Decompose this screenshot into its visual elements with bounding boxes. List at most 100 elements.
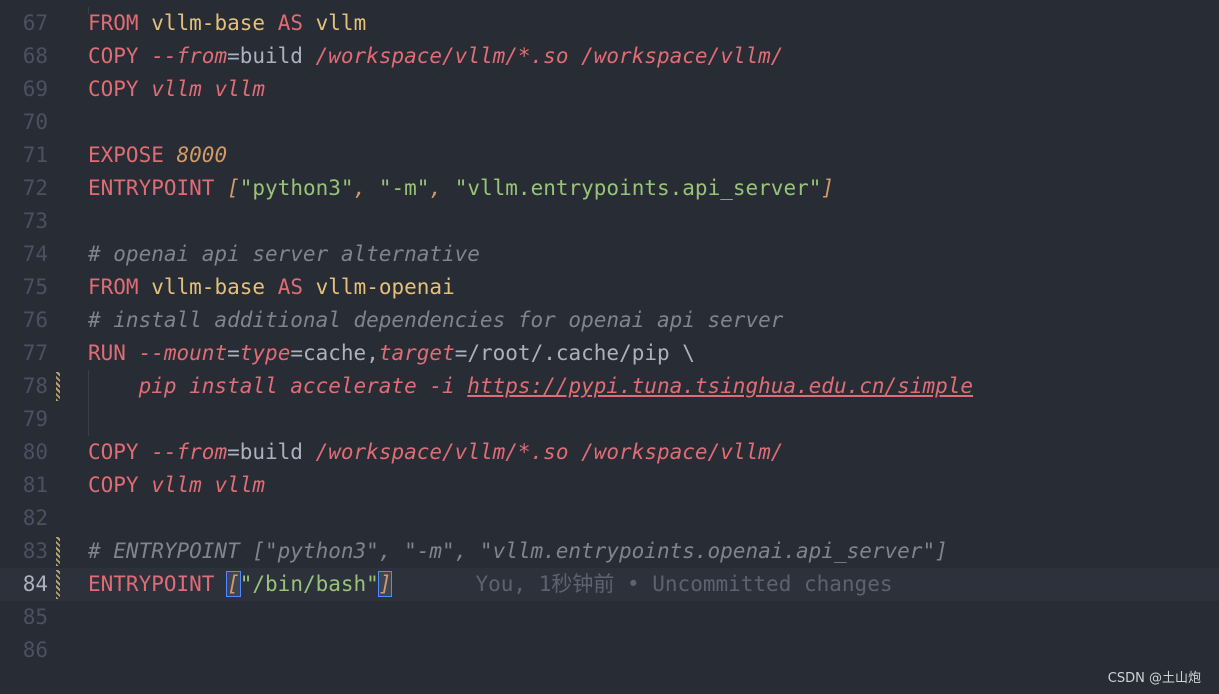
line-number: 81 xyxy=(22,473,48,497)
code-line[interactable]: 77 RUN --mount=type=cache,target=/root/.c… xyxy=(0,337,1219,370)
line-number: 71 xyxy=(22,143,48,167)
git-modified-marker[interactable] xyxy=(56,570,60,599)
line-number: 86 xyxy=(22,638,48,662)
code-token: =build xyxy=(227,44,316,68)
code-line[interactable]: 74 # openai api server alternative xyxy=(0,238,1219,271)
git-modified-marker[interactable] xyxy=(56,537,60,566)
code-token: # ENTRYPOINT ["python3", "-m", "vllm.ent… xyxy=(88,539,948,563)
code-text: RUN --mount=type=cache,target=/root/.cac… xyxy=(88,337,695,370)
code-token: vllm-openai xyxy=(315,275,455,299)
git-modified-marker[interactable] xyxy=(56,372,60,401)
code-line[interactable]: 81 COPY vllm vllm xyxy=(0,469,1219,502)
code-line[interactable]: 85 xyxy=(0,601,1219,634)
code-token: "-m" xyxy=(378,176,430,200)
code-token: https://pypi.tuna.tsinghua.edu.cn/simple xyxy=(467,374,974,398)
code-token: vllm vllm xyxy=(151,473,266,497)
code-text: # openai api server alternative xyxy=(88,238,480,271)
code-token: ] xyxy=(377,571,393,597)
line-number: 79 xyxy=(22,407,48,431)
code-text: # ENTRYPOINT ["python3", "-m", "vllm.ent… xyxy=(88,535,948,568)
code-line[interactable]: 80 COPY --from=build /workspace/vllm/*.so… xyxy=(0,436,1219,469)
line-number: 85 xyxy=(22,605,48,629)
line-number: 75 xyxy=(22,275,48,299)
code-token: [ xyxy=(226,571,241,597)
code-line[interactable]: 79 xyxy=(0,403,1219,436)
line-number: 73 xyxy=(22,209,48,233)
code-token: vllm-base xyxy=(151,11,266,35)
code-line[interactable]: 86 xyxy=(0,634,1219,667)
code-line[interactable]: 68 COPY --from=build /workspace/vllm/*.so… xyxy=(0,40,1219,73)
code-token: FROM xyxy=(88,275,139,299)
code-token: AS xyxy=(277,275,303,299)
line-number: 72 xyxy=(22,176,48,200)
code-line[interactable]: 67 FROM vllm-base AS vllm xyxy=(0,7,1219,40)
git-blame-annotation: You, 1秒钟前 • Uncommitted changes xyxy=(475,572,893,596)
code-token: pip install accelerate -i xyxy=(88,374,468,398)
code-text: pip install accelerate -i https://pypi.t… xyxy=(88,370,973,403)
code-editor[interactable]: 67 FROM vllm-base AS vllm 68 COPY --from=bu… xyxy=(0,7,1219,667)
watermark: CSDN @土山炮 xyxy=(1107,671,1201,686)
code-token: COPY xyxy=(88,440,139,464)
line-number: 68 xyxy=(22,44,48,68)
code-text: COPY --from=build /workspace/vllm/*.so /… xyxy=(88,436,783,469)
code-text: # install additional dependencies for op… xyxy=(88,304,783,337)
code-text: ENTRYPOINT ["/bin/bash"] You, 1秒钟前 • Unco… xyxy=(88,568,893,601)
code-text: COPY --from=build /workspace/vllm/*.so /… xyxy=(88,40,783,73)
code-token: # install additional dependencies for op… xyxy=(88,308,784,332)
code-line[interactable]: 72 ENTRYPOINT ["python3", "-m", "vllm.ent… xyxy=(0,172,1219,205)
indent-guide xyxy=(88,403,89,436)
code-token: ENTRYPOINT xyxy=(88,572,215,596)
code-token: --from xyxy=(151,44,228,68)
code-token: =cache, xyxy=(290,341,379,365)
code-token: vllm-base xyxy=(151,275,266,299)
code-token: target xyxy=(378,341,455,365)
code-token: COPY xyxy=(88,44,139,68)
code-text: COPY vllm vllm xyxy=(88,469,265,502)
code-token: , xyxy=(353,176,379,200)
code-line[interactable]: 82 xyxy=(0,502,1219,535)
code-token: FROM xyxy=(88,11,139,35)
code-token: ] xyxy=(821,176,835,200)
line-number: 67 xyxy=(22,11,48,35)
code-token: vllm vllm xyxy=(151,77,266,101)
code-token: [ xyxy=(227,176,240,200)
code-line[interactable]: 71 EXPOSE 8000 xyxy=(0,139,1219,172)
code-line[interactable]: 69 COPY vllm vllm xyxy=(0,73,1219,106)
code-line[interactable]: 84 ENTRYPOINT ["/bin/bash"] You, 1秒钟前 • Un… xyxy=(0,568,1219,601)
code-token: ENTRYPOINT xyxy=(88,176,215,200)
code-token: "/bin/bash" xyxy=(239,572,379,596)
code-line[interactable]: 75 FROM vllm-base AS vllm-openai xyxy=(0,271,1219,304)
code-line[interactable]: 76 # install additional dependencies for … xyxy=(0,304,1219,337)
code-token: type xyxy=(239,341,291,365)
code-line[interactable]: 70 xyxy=(0,106,1219,139)
line-number: 80 xyxy=(22,440,48,464)
code-line[interactable]: 78 pip install accelerate -i https://pyp… xyxy=(0,370,1219,403)
line-number: 78 xyxy=(22,374,48,398)
code-token: "vllm.entrypoints.api_server" xyxy=(454,176,822,200)
code-token: "python3" xyxy=(239,176,354,200)
code-token: # openai api server alternative xyxy=(88,242,480,266)
line-number: 84 xyxy=(22,572,48,596)
code-token: EXPOSE xyxy=(88,143,164,167)
code-token: COPY xyxy=(88,77,139,101)
line-number: 74 xyxy=(22,242,48,266)
code-line[interactable]: 83 # ENTRYPOINT ["python3", "-m", "vllm.e… xyxy=(0,535,1219,568)
code-line[interactable]: 73 xyxy=(0,205,1219,238)
code-token: /workspace/vllm/*.so /workspace/vllm/ xyxy=(315,440,784,464)
code-token: RUN xyxy=(88,341,126,365)
line-number: 76 xyxy=(22,308,48,332)
line-number: 69 xyxy=(22,77,48,101)
code-text: ENTRYPOINT ["python3", "-m", "vllm.entry… xyxy=(88,172,834,205)
code-token: =/root/.cache/pip \ xyxy=(454,341,695,365)
